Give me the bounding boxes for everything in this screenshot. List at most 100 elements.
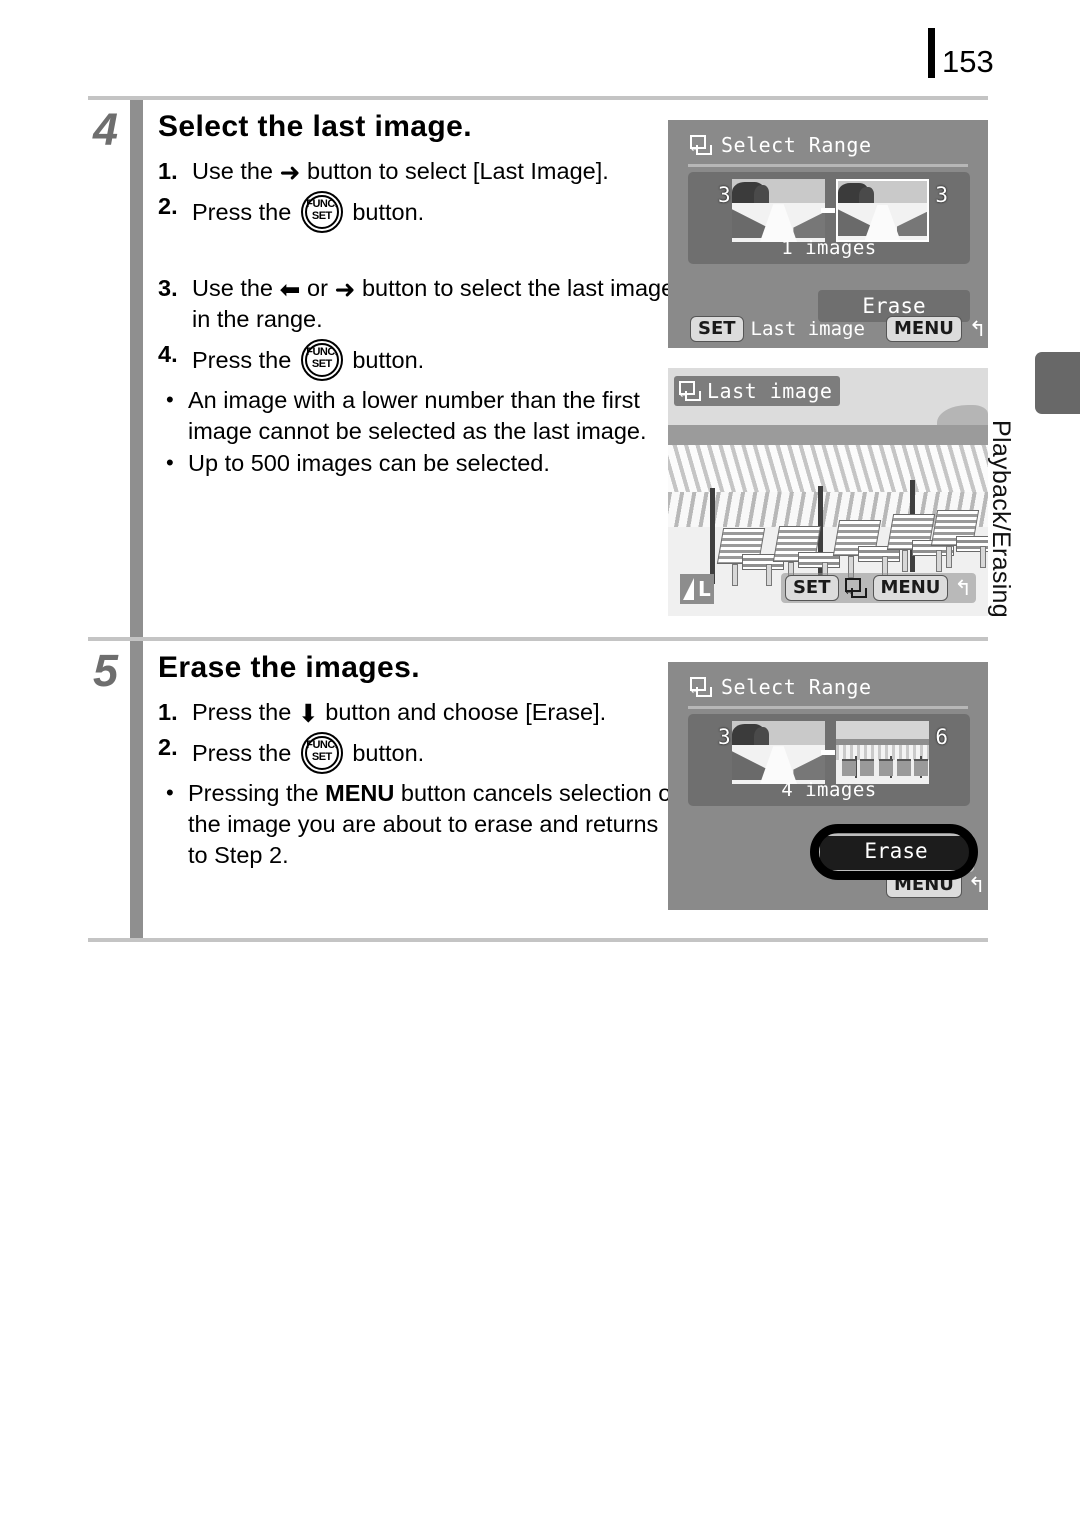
bullet-text: An image with a lower number than the fi… [188,387,647,444]
substep-text-a: Press the [192,740,292,766]
side-tab-label: Playback/Erasing [987,420,1015,618]
lcd3-first-image-number: 3 [718,725,731,749]
substep-text-b: button. [352,199,425,225]
func-label: FUNC. [306,198,338,210]
select-range-icon: ↔ [690,677,712,697]
step-5-title: Erase the images. [158,651,420,684]
step-5-body: Erase the images. 1. Press the ⬇ button … [158,641,678,872]
substep-text-b: button to select [Last Image]. [307,158,609,184]
lcd1-title: Select Range [721,133,872,157]
func-set-button-icon: FUNC. SET [300,732,343,774]
bullet-dot-icon: • [166,387,174,412]
bullet-dot-icon: • [166,780,174,805]
range-dash-icon [821,750,835,755]
select-range-icon: ↔ [844,578,867,598]
step-4-substep-3: 3. Use the ⬅ or ➜ button to select the l… [158,273,678,335]
substep-text-b: button. [352,347,425,373]
lcd3-thumbnail-last[interactable] [836,721,929,784]
bullet-text-a: Pressing the [188,780,319,806]
lcd2-control-hints: SET ↔ MENU ↰ [780,573,976,603]
set-badge: SET [784,575,839,601]
step-5-substep-2: 2. Press the FUNC. SET button. [158,732,678,774]
lcd3-last-image-number: 6 [935,725,948,749]
bottom-divider [88,938,988,942]
umbrella-pole [710,488,715,584]
substep-marker: 1. [158,699,178,725]
step-4-body: Select the last image. 1. Use the ➜ butt… [158,100,678,480]
select-range-icon: ↔ [679,381,701,401]
lcd1-image-count: 1 images [781,237,877,259]
lcd3-thumbnail-first[interactable] [732,721,825,784]
quality-size-label: L [698,577,711,601]
substep-text-a: Press the [192,199,292,225]
step-4-bar [130,100,143,637]
return-arrow-icon: ↰ [954,575,972,600]
substep-text-b: button and choose [Erase]. [325,699,607,725]
func-label: FUNC. [306,739,338,751]
page-number: 153 [942,44,994,79]
lcd-screen-select-range-confirm: ↔ Select Range 3 6 4 images MENU ↰ Erase [668,662,988,910]
step-4-title: Select the last image. [158,110,472,143]
range-dash-icon [821,208,835,213]
step-5-substep-1: 1. Press the ⬇ button and choose [Erase]… [158,697,678,728]
lcd2-title-badge: ↔ Last image [674,376,841,406]
set-label: SET [311,210,332,222]
substep-text-a: Use the [192,275,273,301]
lcd1-last-image-number: 3 [935,183,948,207]
arrow-right-icon: ➜ [279,158,301,187]
menu-keyword: MENU [325,780,395,806]
lcd3-header: ↔ Select Range [690,675,872,699]
arrow-down-icon: ⬇ [297,699,319,728]
lcd1-header: ↔ Select Range [690,133,872,157]
side-tab-marker [1035,352,1080,414]
lcd1-thumbnail-last[interactable] [836,179,929,242]
lcd1-first-image-number: 3 [718,183,731,207]
bullet-text: Up to 500 images can be selected. [188,450,550,476]
substep-text-a: Use the [192,158,273,184]
func-set-button-icon: FUNC. SET [300,339,343,381]
substep-text-a: Press the [192,347,292,373]
lcd1-thumbnail-first[interactable] [732,179,825,242]
bullet-dot-icon: • [166,450,174,475]
lcd3-thumbnail-panel: 3 6 4 images [688,714,970,806]
lcd3-menu-hint: MENU ↰ [886,872,986,898]
step-4-bullet-2: • Up to 500 images can be selected. [158,448,678,479]
select-range-icon: ↔ [690,135,712,155]
step-4-substep-1: 1. Use the ➜ button to select [Last Imag… [158,156,678,187]
substep-text-b: or [307,275,328,301]
lcd1-header-underline [688,164,968,167]
lcd3-title: Select Range [721,675,872,699]
set-badge: SET [690,316,744,342]
func-label: FUNC. [306,346,338,358]
return-arrow-icon: ↰ [967,872,986,897]
lcd3-image-count: 4 images [781,779,877,801]
menu-badge: MENU [886,316,962,342]
step-4-spacer [158,237,678,273]
arrow-left-icon: ⬅ [279,275,301,304]
lcd1-thumbnail-panel: 3 3 1 images [688,172,970,264]
page-header: 153 [0,18,1080,78]
set-label: SET [311,358,332,370]
set-label: SET [311,751,332,763]
page-number-bar [928,28,935,78]
lcd3-erase-button[interactable]: Erase [818,834,974,872]
lcd2-title: Last image [707,379,833,403]
substep-marker: 1. [158,158,178,184]
arrow-right-icon: ➜ [334,275,356,304]
substep-text-b: button. [352,740,425,766]
step-4-bullet-1: • An image with a lower number than the … [158,385,678,447]
return-arrow-icon: ↰ [968,316,987,341]
substep-marker: 4. [158,341,178,367]
lcd1-menu-hint: MENU ↰ [886,316,987,342]
substep-text-a: Press the [192,699,292,725]
step-4-substep-4: 4. Press the FUNC. SET button. [158,339,678,381]
menu-badge: MENU [872,575,949,601]
lcd-screen-select-range-initial: ↔ Select Range 3 3 1 images Erase SET La… [668,120,988,348]
menu-badge: MENU [886,872,962,898]
lcd-screen-last-image: ↔ Last image L SET ↔ MENU ↰ [668,368,988,616]
substep-marker: 2. [158,734,178,760]
substep-marker: 2. [158,193,178,219]
image-quality-icon: L [680,574,714,604]
lcd3-header-underline [688,706,968,709]
step-5-bullet-1: • Pressing the MENU button cancels selec… [158,778,678,871]
